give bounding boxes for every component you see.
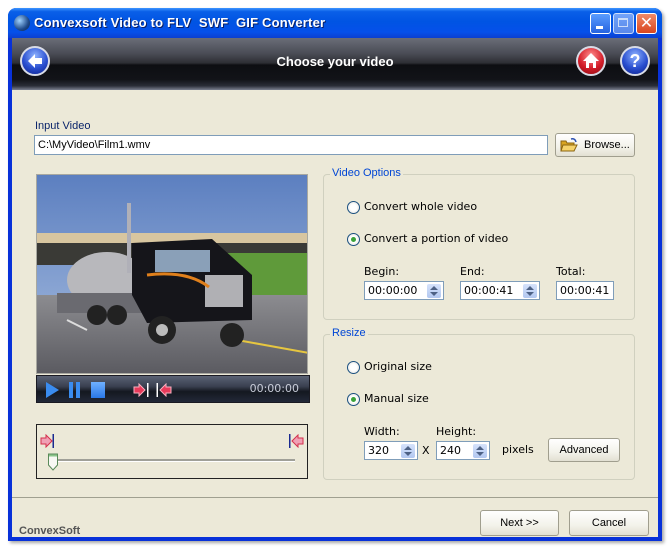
end-label: End: bbox=[460, 265, 485, 278]
spin-up-icon[interactable] bbox=[404, 446, 412, 450]
width-value: 320 bbox=[368, 444, 389, 457]
height-field[interactable]: 240 bbox=[436, 441, 490, 460]
height-label: Height: bbox=[436, 425, 477, 438]
original-size-radio[interactable] bbox=[347, 361, 360, 374]
title-bar[interactable]: Convexsoft Video to FLV SWF GIF Converte… bbox=[8, 8, 662, 38]
pause-icon[interactable] bbox=[69, 382, 73, 398]
window-title: Convexsoft Video to FLV SWF GIF Converte… bbox=[34, 15, 326, 30]
timeline-panel bbox=[36, 424, 308, 479]
advanced-button[interactable]: Advanced bbox=[548, 438, 620, 462]
minimize-button[interactable] bbox=[590, 13, 611, 34]
manual-size-label[interactable]: Manual size bbox=[364, 392, 429, 405]
browse-label: Browse... bbox=[584, 139, 630, 151]
client-area: Choose your video ? Input Video C:\MyVid… bbox=[12, 38, 658, 537]
maximize-button[interactable] bbox=[613, 13, 634, 34]
start-marker-icon[interactable] bbox=[40, 433, 56, 449]
player-controls: 00:00:00 bbox=[36, 375, 310, 403]
home-button[interactable] bbox=[576, 46, 606, 76]
spin-down-icon[interactable] bbox=[404, 452, 412, 456]
spin-up-icon[interactable] bbox=[526, 286, 534, 290]
wizard-header: Choose your video ? bbox=[12, 38, 658, 90]
total-time-field: 00:00:41 bbox=[556, 281, 614, 300]
app-icon[interactable] bbox=[14, 15, 30, 31]
resize-title: Resize bbox=[330, 327, 368, 339]
end-marker-icon[interactable] bbox=[288, 433, 304, 449]
convert-portion-label[interactable]: Convert a portion of video bbox=[364, 232, 508, 245]
close-button[interactable]: ✕ bbox=[636, 13, 657, 34]
help-button[interactable]: ? bbox=[620, 46, 650, 76]
input-video-label: Input Video bbox=[35, 120, 91, 132]
brand-label: ConvexSoft bbox=[19, 525, 81, 537]
video-options-title: Video Options bbox=[330, 167, 403, 179]
minimize-icon bbox=[596, 26, 603, 29]
video-frame-image bbox=[37, 175, 307, 373]
width-field[interactable]: 320 bbox=[364, 441, 418, 460]
height-spinner[interactable] bbox=[473, 444, 487, 458]
input-video-field[interactable]: C:\MyVideo\Film1.wmv bbox=[34, 135, 548, 155]
mark-out-icon[interactable] bbox=[156, 382, 172, 398]
footer-divider bbox=[12, 497, 658, 498]
resize-group: Resize Original size Manual size Width: … bbox=[323, 327, 635, 480]
spin-down-icon[interactable] bbox=[476, 452, 484, 456]
maximize-icon bbox=[618, 18, 628, 27]
end-spinner[interactable] bbox=[523, 284, 537, 298]
dimension-separator: X bbox=[422, 444, 430, 457]
begin-time-field[interactable]: 00:00:00 bbox=[364, 281, 444, 300]
spin-down-icon[interactable] bbox=[430, 292, 438, 296]
convert-whole-label[interactable]: Convert whole video bbox=[364, 200, 477, 213]
video-preview bbox=[36, 174, 308, 374]
begin-time-value: 00:00:00 bbox=[368, 284, 418, 297]
spin-down-icon[interactable] bbox=[526, 292, 534, 296]
width-spinner[interactable] bbox=[401, 444, 415, 458]
end-time-field[interactable]: 00:00:41 bbox=[460, 281, 540, 300]
convert-portion-radio[interactable] bbox=[347, 233, 360, 246]
home-icon bbox=[578, 48, 604, 74]
begin-label: Begin: bbox=[364, 265, 400, 278]
total-time-value: 00:00:41 bbox=[560, 284, 610, 297]
spin-up-icon[interactable] bbox=[476, 446, 484, 450]
timeline-thumb[interactable] bbox=[48, 453, 58, 471]
cancel-button[interactable]: Cancel bbox=[569, 510, 649, 536]
help-icon: ? bbox=[629, 51, 641, 71]
next-button[interactable]: Next >> bbox=[480, 510, 559, 536]
mark-in-icon[interactable] bbox=[133, 382, 149, 398]
manual-size-radio[interactable] bbox=[347, 393, 360, 406]
close-icon: ✕ bbox=[639, 15, 654, 32]
pixels-label: pixels bbox=[502, 443, 534, 456]
total-label: Total: bbox=[556, 265, 586, 278]
video-options-group: Video Options Convert whole video Conver… bbox=[323, 167, 635, 320]
convert-whole-radio[interactable] bbox=[347, 201, 360, 214]
app-window: Convexsoft Video to FLV SWF GIF Converte… bbox=[8, 8, 662, 541]
timeline-track[interactable] bbox=[52, 459, 295, 462]
pause-icon-bar[interactable] bbox=[76, 382, 80, 398]
height-value: 240 bbox=[440, 444, 461, 457]
width-label: Width: bbox=[364, 425, 400, 438]
browse-button[interactable]: Browse... bbox=[555, 133, 635, 157]
end-time-value: 00:00:41 bbox=[464, 284, 514, 297]
original-size-label[interactable]: Original size bbox=[364, 360, 432, 373]
folder-open-icon bbox=[560, 137, 578, 152]
playback-time: 00:00:00 bbox=[249, 382, 299, 395]
page-title: Choose your video bbox=[276, 54, 394, 69]
play-icon[interactable] bbox=[46, 382, 59, 398]
spin-up-icon[interactable] bbox=[430, 286, 438, 290]
begin-spinner[interactable] bbox=[427, 284, 441, 298]
stop-icon[interactable] bbox=[91, 382, 105, 398]
